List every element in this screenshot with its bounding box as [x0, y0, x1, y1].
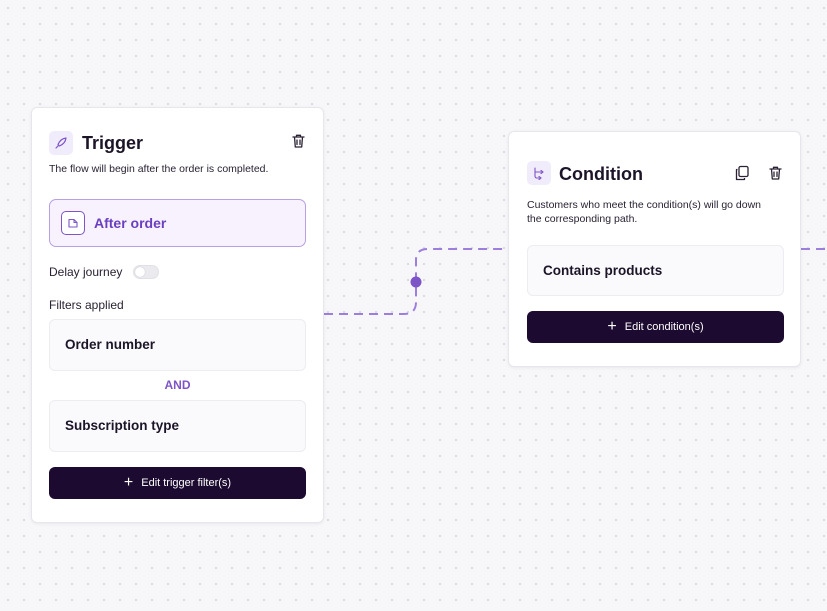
trigger-description: The flow will begin after the order is c… [49, 163, 269, 175]
branch-icon [527, 161, 551, 185]
trigger-title: Trigger [82, 133, 144, 153]
filter-subscription-type[interactable]: Subscription type [49, 400, 306, 452]
filter-label: Subscription type [65, 418, 180, 433]
trash-icon[interactable] [765, 163, 785, 183]
delay-journey-toggle[interactable] [133, 265, 159, 279]
plus-icon: + [607, 318, 617, 335]
rocket-icon [49, 131, 73, 155]
and-operator: AND [164, 378, 191, 392]
trash-icon[interactable] [288, 131, 308, 151]
condition-title: Condition [559, 164, 643, 184]
trigger-event-after-order[interactable]: After order [49, 199, 306, 247]
condition-rule-contains-products[interactable]: Contains products [527, 245, 784, 296]
condition-card[interactable]: Condition Customers who meet the conditi… [508, 131, 801, 367]
condition-description-line-1: Customers who meet the condition(s) will… [527, 199, 762, 211]
button-label: Edit condition(s) [624, 321, 704, 333]
delay-journey-label: Delay journey [49, 265, 123, 279]
trigger-card[interactable]: Trigger The flow will begin after the or… [31, 107, 324, 523]
toggle-knob [135, 267, 145, 277]
connector-node[interactable] [410, 276, 422, 288]
event-label: After order [94, 215, 167, 231]
document-icon [61, 211, 85, 235]
condition-rule-label: Contains products [543, 263, 663, 278]
filter-label: Order number [65, 337, 156, 352]
plus-icon: + [123, 474, 134, 491]
condition-description: Customers who meet the condition(s) will… [527, 198, 761, 226]
filter-order-number[interactable]: Order number [49, 319, 306, 371]
flow-canvas[interactable]: Trigger The flow will begin after the or… [0, 0, 827, 611]
button-label: Edit trigger filter(s) [141, 477, 232, 489]
filters-applied-heading: Filters applied [49, 298, 124, 312]
condition-description-line-2: the corresponding path. [527, 213, 638, 225]
edit-trigger-filters-button[interactable]: + Edit trigger filter(s) [49, 467, 306, 499]
copy-icon[interactable] [732, 163, 752, 183]
edit-conditions-button[interactable]: + Edit condition(s) [527, 311, 784, 343]
